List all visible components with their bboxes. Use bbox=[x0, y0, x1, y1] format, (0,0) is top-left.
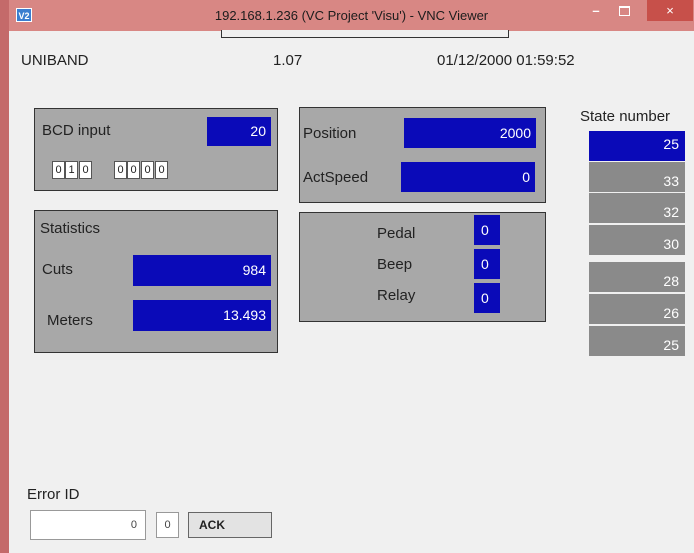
maximize-button[interactable] bbox=[610, 0, 638, 21]
close-button[interactable]: × bbox=[647, 0, 693, 21]
bcd-bit-6: 0 bbox=[141, 161, 154, 179]
bcd-bit-4: 0 bbox=[114, 161, 127, 179]
relay-value: 0 bbox=[474, 283, 500, 313]
state-number-item: 28 bbox=[589, 262, 685, 293]
vnc-window: V2 192.168.1.236 (VC Project 'Visu') - V… bbox=[9, 0, 694, 553]
maximize-icon bbox=[618, 6, 630, 16]
relay-label: Relay bbox=[377, 287, 416, 304]
beep-label: Beep bbox=[377, 256, 413, 273]
ack-button[interactable]: ACK bbox=[188, 512, 272, 538]
bcd-bit-1: 0 bbox=[52, 161, 65, 179]
beep-value: 0 bbox=[474, 249, 500, 279]
state-number-current: 25 bbox=[589, 131, 685, 162]
error-code-field: 0 bbox=[156, 512, 179, 538]
meters-value: 13.493 bbox=[133, 300, 271, 331]
bcd-input-label: BCD input bbox=[42, 122, 111, 139]
error-id-label: Error ID bbox=[27, 486, 80, 503]
cuts-label: Cuts bbox=[42, 261, 73, 278]
bcd-bit-2: 1 bbox=[65, 161, 78, 179]
io-panel bbox=[299, 212, 546, 322]
statistics-title: Statistics bbox=[40, 220, 101, 237]
state-number-item: 32 bbox=[589, 193, 685, 224]
minimize-button[interactable]: – bbox=[582, 0, 610, 21]
actspeed-value: 0 bbox=[401, 162, 535, 192]
bcd-input-value: 20 bbox=[207, 117, 271, 146]
date-time: 01/12/2000 01:59:52 bbox=[437, 52, 575, 69]
meters-label: Meters bbox=[47, 312, 93, 329]
error-id-field[interactable]: 0 bbox=[30, 510, 146, 540]
state-number-item: 30 bbox=[589, 225, 685, 256]
position-label: Position bbox=[303, 125, 357, 142]
state-number-item: 33 bbox=[589, 162, 685, 193]
state-number-item: 25 bbox=[589, 326, 685, 357]
state-number-title: State number bbox=[580, 108, 671, 125]
cuts-value: 984 bbox=[133, 255, 271, 286]
vnc-toolbar-handle[interactable] bbox=[221, 30, 509, 38]
pedal-label: Pedal bbox=[377, 225, 416, 242]
position-value: 2000 bbox=[404, 118, 536, 148]
machine-name: UNIBAND bbox=[21, 52, 89, 69]
actspeed-label: ActSpeed bbox=[303, 169, 369, 186]
software-version: 1.07 bbox=[273, 52, 303, 69]
pedal-value: 0 bbox=[474, 215, 500, 245]
title-bar[interactable]: V2 192.168.1.236 (VC Project 'Visu') - V… bbox=[9, 0, 694, 31]
state-number-item: 26 bbox=[589, 294, 685, 325]
bcd-bit-5: 0 bbox=[127, 161, 140, 179]
bcd-bit-3: 0 bbox=[79, 161, 92, 179]
bcd-bit-7: 0 bbox=[155, 161, 168, 179]
